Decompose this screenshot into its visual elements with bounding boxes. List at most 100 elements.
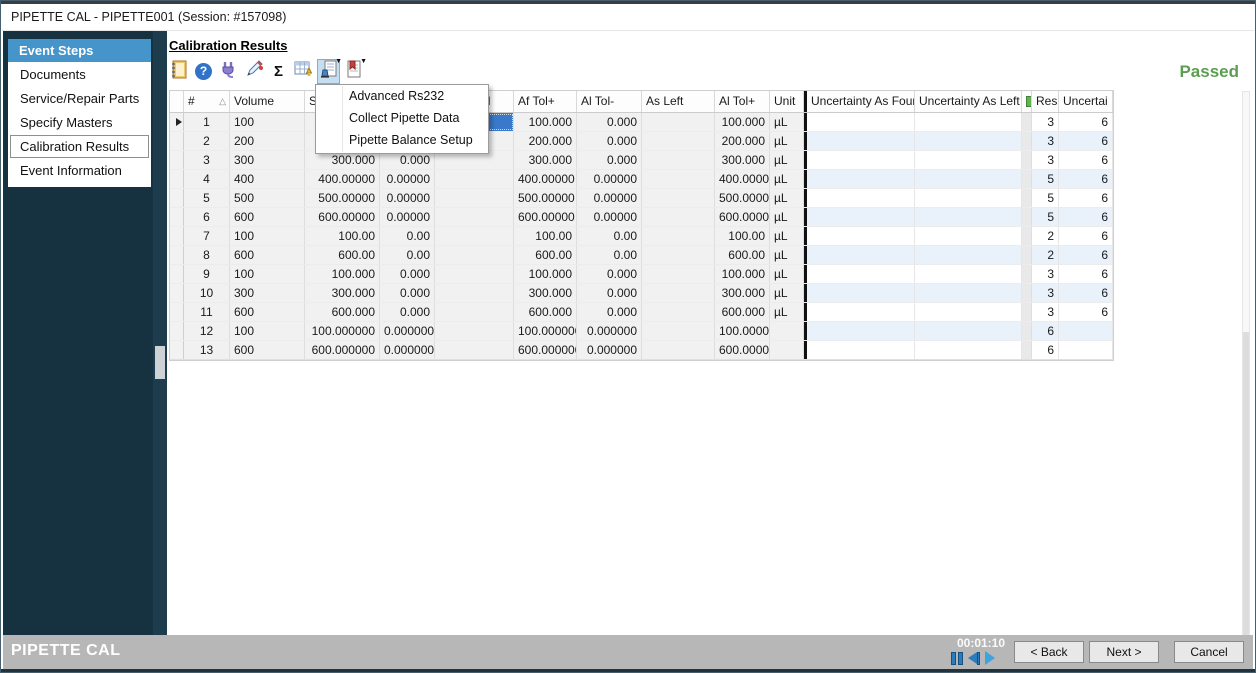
cell-unc_left[interactable] — [915, 303, 1022, 321]
cell-af_tol_plus[interactable]: 300.000 — [514, 284, 577, 302]
cell-as_found[interactable] — [435, 322, 514, 340]
cell-res_icon[interactable] — [1022, 113, 1032, 131]
cell-ind[interactable] — [170, 113, 184, 131]
cell-unc_left[interactable] — [915, 132, 1022, 150]
help-button[interactable]: ? — [192, 59, 215, 84]
cell-unc[interactable]: 6 — [1059, 132, 1113, 150]
column-header-ind[interactable] — [170, 91, 184, 112]
grid-wizard-button[interactable] — [292, 59, 315, 84]
cell-num[interactable]: 4 — [184, 170, 230, 188]
cell-al_tol_minus[interactable]: 0.000 — [577, 151, 642, 169]
cell-num[interactable]: 10 — [184, 284, 230, 302]
cell-unit[interactable] — [770, 322, 804, 340]
cell-al_tol_minus[interactable]: 0.00000 — [577, 170, 642, 188]
cell-unc[interactable]: 6 — [1059, 170, 1113, 188]
cell-res_icon[interactable] — [1022, 265, 1032, 283]
column-header-as_left[interactable]: As Left — [642, 91, 715, 112]
cell-res[interactable]: 3 — [1032, 265, 1059, 283]
cell-as_left[interactable] — [642, 170, 715, 188]
cell-ind[interactable] — [170, 265, 184, 283]
column-header-res_icon[interactable] — [1022, 91, 1032, 112]
column-header-unc_found[interactable]: Uncertainty As Found — [804, 91, 915, 112]
cell-set_point[interactable]: 600.00 — [305, 246, 380, 264]
cell-res_icon[interactable] — [1022, 170, 1032, 188]
cell-unc[interactable] — [1059, 341, 1113, 359]
cell-as_left[interactable] — [642, 189, 715, 207]
cell-volume[interactable]: 600 — [230, 246, 305, 264]
cell-al_tol_plus[interactable]: 600.00 — [715, 246, 770, 264]
column-header-volume[interactable]: Volume — [230, 91, 305, 112]
cell-res_icon[interactable] — [1022, 208, 1032, 226]
sidebar-item-service-repair-parts[interactable]: Service/Repair Parts — [10, 87, 149, 110]
cell-as_left[interactable] — [642, 322, 715, 340]
step-back-button[interactable] — [968, 652, 980, 665]
cell-unc[interactable] — [1059, 322, 1113, 340]
cell-unc[interactable]: 6 — [1059, 303, 1113, 321]
vertical-scrollbar[interactable] — [1242, 91, 1250, 659]
cell-num[interactable]: 2 — [184, 132, 230, 150]
cell-volume[interactable]: 500 — [230, 189, 305, 207]
cell-as_left[interactable] — [642, 265, 715, 283]
cell-volume[interactable]: 600 — [230, 303, 305, 321]
column-header-num[interactable]: #△ — [184, 91, 230, 112]
cell-al_tol_minus[interactable]: 0.000 — [577, 284, 642, 302]
cell-as_found[interactable] — [435, 341, 514, 359]
cell-ind[interactable] — [170, 208, 184, 226]
cell-unc_left[interactable] — [915, 265, 1022, 283]
cell-set_point[interactable]: 500.00000 — [305, 189, 380, 207]
cell-unit[interactable]: µL — [770, 265, 804, 283]
cell-al_tol_plus[interactable]: 600.000000 — [715, 341, 770, 359]
cell-res[interactable]: 3 — [1032, 303, 1059, 321]
cell-al_tol_minus[interactable]: 0.00 — [577, 246, 642, 264]
cell-af_tol_minus[interactable]: 0.000 — [380, 284, 435, 302]
cell-unit[interactable]: µL — [770, 227, 804, 245]
cell-al_tol_minus[interactable]: 0.000000 — [577, 341, 642, 359]
cell-num[interactable]: 9 — [184, 265, 230, 283]
cell-res_icon[interactable] — [1022, 227, 1032, 245]
report-button[interactable]: ▼ — [342, 59, 365, 84]
cell-unc_found[interactable] — [804, 227, 915, 245]
cell-set_point[interactable]: 600.000 — [305, 303, 380, 321]
cell-unc[interactable]: 6 — [1059, 265, 1113, 283]
play-button[interactable] — [985, 651, 995, 665]
cell-al_tol_minus[interactable]: 0.000 — [577, 265, 642, 283]
cell-unc_found[interactable] — [804, 246, 915, 264]
cell-as_found[interactable] — [435, 208, 514, 226]
cell-unc_found[interactable] — [804, 189, 915, 207]
cell-unc[interactable]: 6 — [1059, 151, 1113, 169]
cell-num[interactable]: 5 — [184, 189, 230, 207]
column-header-al_tol_minus[interactable]: Al Tol- — [577, 91, 642, 112]
cell-unc_left[interactable] — [915, 208, 1022, 226]
cell-af_tol_plus[interactable]: 100.00 — [514, 227, 577, 245]
cell-al_tol_plus[interactable]: 600.000 — [715, 303, 770, 321]
sidebar-scrollbar[interactable] — [153, 31, 167, 636]
cell-set_point[interactable]: 600.000000 — [305, 341, 380, 359]
cell-volume[interactable]: 600 — [230, 341, 305, 359]
cell-set_point[interactable]: 400.00000 — [305, 170, 380, 188]
cell-ind[interactable] — [170, 284, 184, 302]
cell-as_left[interactable] — [642, 132, 715, 150]
cell-af_tol_plus[interactable]: 100.000 — [514, 113, 577, 131]
collect-data-button[interactable]: ▼ — [317, 59, 340, 84]
cell-al_tol_plus[interactable]: 200.000 — [715, 132, 770, 150]
cell-volume[interactable]: 200 — [230, 132, 305, 150]
cell-unc[interactable]: 6 — [1059, 208, 1113, 226]
cell-af_tol_plus[interactable]: 300.000 — [514, 151, 577, 169]
cell-volume[interactable]: 100 — [230, 227, 305, 245]
cell-volume[interactable]: 600 — [230, 208, 305, 226]
cell-num[interactable]: 7 — [184, 227, 230, 245]
cell-unc_found[interactable] — [804, 151, 915, 169]
cell-al_tol_minus[interactable]: 0.00000 — [577, 208, 642, 226]
cell-res_icon[interactable] — [1022, 132, 1032, 150]
cell-res_icon[interactable] — [1022, 303, 1032, 321]
cell-num[interactable]: 13 — [184, 341, 230, 359]
cell-al_tol_plus[interactable]: 100.000 — [715, 265, 770, 283]
cell-num[interactable]: 1 — [184, 113, 230, 131]
cell-res[interactable]: 5 — [1032, 189, 1059, 207]
cell-as_left[interactable] — [642, 341, 715, 359]
cell-res[interactable]: 3 — [1032, 132, 1059, 150]
pause-button[interactable] — [951, 652, 963, 665]
column-header-res[interactable]: Res. — [1032, 91, 1059, 112]
cell-set_point[interactable]: 100.000000 — [305, 322, 380, 340]
cell-volume[interactable]: 100 — [230, 113, 305, 131]
